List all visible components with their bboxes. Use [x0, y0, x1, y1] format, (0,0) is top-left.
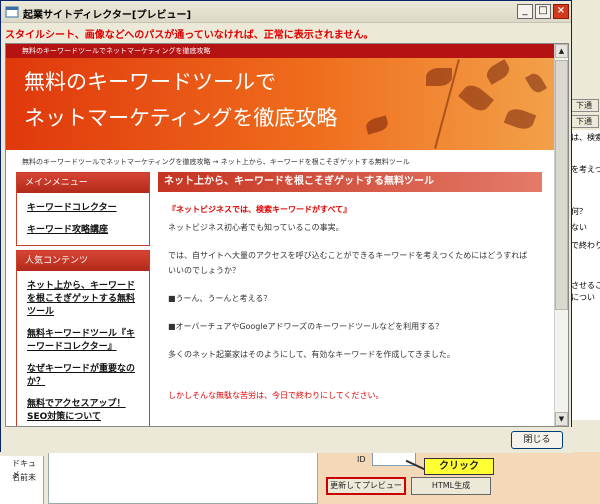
- article-paragraph: 多くのネット起業家はそのようにして、有効なキーワードを作成してきました。: [168, 350, 455, 359]
- bg-right-line: を考えつくた: [571, 165, 600, 174]
- breadcrumb: 無料のキーワードツールでネットマーケティングを徹底攻略 → ネット上から、キーワ…: [22, 158, 410, 166]
- minimize-icon[interactable]: _: [517, 4, 533, 19]
- article-paragraph: ネットビジネス初心者でも知っているこの事実。: [168, 223, 344, 232]
- scroll-up-icon[interactable]: ▲: [555, 44, 568, 58]
- article-paragraph: では、自サイトへ大量のアクセスを呼び込むことができるキーワードを考えつくためには…: [168, 251, 528, 260]
- dialog-titlebar[interactable]: 起業サイトディレクター[プレビュー] _ □ ×: [1, 1, 571, 23]
- site-topbar: 無料のキーワードツールでネットマーケティングを徹底攻略: [6, 44, 556, 58]
- menu-item-keyword-collector[interactable]: キーワードコレクター: [17, 193, 149, 219]
- dialog-title: 起業サイトディレクター[プレビュー]: [23, 10, 192, 21]
- popular-item[interactable]: ネット上から、キーワードを根こそぎゲットする無料ツール: [17, 271, 149, 323]
- dialog-bottom-bar: 閉じる: [1, 427, 573, 453]
- maximize-icon[interactable]: □: [535, 4, 551, 19]
- bg-right-line: させること: [571, 281, 600, 290]
- article-paragraph: ■オーバーチュアやGoogleアドワーズのキーワードツールなどを利用する？: [168, 322, 444, 331]
- bg-id-field[interactable]: [372, 452, 416, 466]
- preview-dialog: 起業サイトディレクター[プレビュー] _ □ × スタイルシート、画像などへのパ…: [0, 0, 573, 453]
- leaf-decoration: [364, 115, 390, 135]
- article-paragraph: しかしそんな無駄な苦労は、今日で終わりにしてください。: [168, 391, 384, 400]
- popular-content-title: 人気コンテンツ: [17, 251, 149, 271]
- bg-right-line: ない: [571, 223, 587, 232]
- bg-down-button-1[interactable]: 下通: [569, 99, 599, 112]
- leaf-decoration: [524, 70, 548, 96]
- site-header: 無料のキーワードツールで ネットマーケティングを徹底攻略: [6, 58, 556, 150]
- menu-item-keyword-course[interactable]: キーワード攻略講座: [17, 219, 149, 245]
- path-warning: スタイルシート、画像などへのパスが通っていなければ、正常に表示されません。: [5, 30, 374, 41]
- site-main: メインメニュー キーワードコレクター キーワード攻略講座 人気コンテンツ ネット…: [6, 172, 556, 426]
- leaf-decoration: [426, 68, 452, 86]
- bg-down-button-2[interactable]: 下通: [569, 115, 599, 128]
- bg-right-pane: は、検索 を考えつくた 何？ ない で終わり させること につい: [568, 130, 600, 420]
- site-title-line2: ネットマーケティングを徹底攻略: [24, 106, 338, 130]
- article-heading: ネット上から、キーワードを根こそぎゲットする無料ツール: [158, 172, 542, 192]
- leaf-decoration: [503, 105, 537, 133]
- article-paragraph: いいのでしょうか？: [168, 266, 240, 275]
- popular-item[interactable]: 無料キーワードツール『キーワードコレクター』: [17, 323, 149, 358]
- update-preview-button[interactable]: 更新してプレビュー: [326, 477, 406, 495]
- bg-right-line: につい: [571, 293, 595, 302]
- vertical-scrollbar[interactable]: ▲ ▼: [554, 44, 568, 426]
- bg-document-list[interactable]: ドキュメ 名前未: [0, 456, 44, 504]
- bg-document-item[interactable]: 名前未: [0, 470, 43, 484]
- html-generate-button[interactable]: HTML生成: [411, 477, 491, 495]
- bg-document-item[interactable]: ドキュメ: [0, 456, 43, 479]
- scroll-thumb[interactable]: [555, 60, 568, 310]
- leaf-decoration: [483, 59, 513, 85]
- main-menu: メインメニュー キーワードコレクター キーワード攻略講座: [16, 172, 150, 246]
- bg-right-line: は、検索: [571, 133, 600, 142]
- bg-right-line: 何？: [571, 207, 587, 216]
- site-title-line1: 無料のキーワードツールで: [24, 70, 276, 94]
- article: ネット上から、キーワードを根こそぎゲットする無料ツール 『ネットビジネスでは、検…: [158, 172, 542, 426]
- bg-right-line: で終わり: [571, 241, 600, 250]
- click-callout: クリック: [424, 458, 494, 475]
- bg-panel: [48, 452, 318, 504]
- leaf-decoration: [458, 80, 494, 116]
- popular-item[interactable]: 無料でアクセスアップ！SEO対策について: [17, 393, 149, 426]
- main-menu-title: メインメニュー: [17, 173, 149, 193]
- article-lead: 『ネットビジネスでは、検索キーワードがすべて』: [168, 205, 352, 214]
- popular-item[interactable]: なぜキーワードが重要なのか？: [17, 358, 149, 393]
- article-paragraph: ■うーん、うーんと考える？: [168, 294, 272, 303]
- popular-content: 人気コンテンツ ネット上から、キーワードを根こそぎゲットする無料ツール 無料キー…: [16, 250, 150, 426]
- close-icon[interactable]: ×: [553, 4, 569, 19]
- bg-id-label: ID: [357, 455, 366, 464]
- preview-viewport[interactable]: 無料のキーワードツールでネットマーケティングを徹底攻略 無料のキーワードツールで…: [5, 43, 569, 427]
- close-button[interactable]: 閉じる: [511, 431, 563, 449]
- scroll-down-icon[interactable]: ▼: [555, 412, 568, 426]
- app-icon: [5, 6, 19, 18]
